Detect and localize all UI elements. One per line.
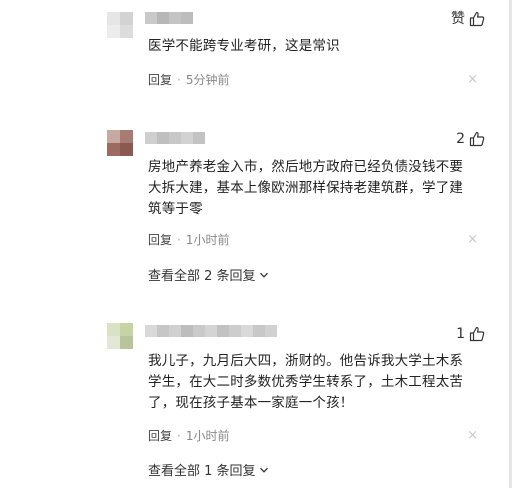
timestamp: 5分钟前 <box>185 73 230 87</box>
comment-meta: 回复 · 1小时前 <box>148 231 229 248</box>
comment-list: 赞 医学不能跨专业考研，这是常识 回复 · 5分钟前 × 2 房地产养老金入市，… <box>0 0 512 488</box>
comment-meta: 回复 · 1小时前 <box>148 427 229 444</box>
comment-item: 赞 医学不能跨专业考研，这是常识 回复 · 5分钟前 × <box>0 0 509 100</box>
comment-text: 房地产养老金入市，然后地方政府已经负债没钱不要大拆大建，基本上像欧洲那样保持老建… <box>148 159 464 217</box>
close-icon[interactable]: × <box>467 429 478 442</box>
avatar[interactable] <box>107 323 133 355</box>
thumbs-up-icon <box>469 11 485 27</box>
comment-text: 我儿子，九月后大四，浙财的。他告诉我大学土木系学生，在大二时多数优秀学生转系了，… <box>148 353 464 411</box>
meta-separator: · <box>177 72 181 87</box>
view-all-replies-label: 查看全部 2 条回复 <box>148 269 256 284</box>
like-button[interactable]: 2 <box>456 131 485 147</box>
reply-button[interactable]: 回复 <box>148 427 172 444</box>
comment-item: 1 我儿子，九月后大四，浙财的。他告诉我大学土木系学生，在大二时多数优秀学生转系… <box>0 315 509 488</box>
username-blurred[interactable] <box>145 325 277 337</box>
view-all-replies-link[interactable]: 查看全部 2 条回复 <box>148 265 269 284</box>
thumbs-up-icon <box>469 131 485 147</box>
close-icon[interactable]: × <box>467 233 478 246</box>
timestamp: 1小时前 <box>185 429 230 443</box>
chevron-down-icon <box>259 270 269 280</box>
view-all-replies-link[interactable]: 查看全部 1 条回复 <box>148 460 269 479</box>
chevron-down-icon <box>259 465 269 475</box>
like-button[interactable]: 赞 <box>451 11 485 27</box>
view-all-replies-label: 查看全部 1 条回复 <box>148 464 256 479</box>
meta-separator: · <box>177 428 181 443</box>
comment-meta: 回复 · 5分钟前 <box>148 71 229 88</box>
username-blurred[interactable] <box>145 12 193 24</box>
avatar[interactable] <box>107 12 133 38</box>
like-count: 2 <box>456 131 465 147</box>
timestamp: 1小时前 <box>185 233 230 247</box>
comment-text: 医学不能跨专业考研，这是常识 <box>148 38 340 54</box>
avatar[interactable] <box>107 130 133 156</box>
reply-button[interactable]: 回复 <box>148 231 172 248</box>
like-count: 1 <box>456 326 465 342</box>
comment-item: 2 房地产养老金入市，然后地方政府已经负债没钱不要大拆大建，基本上像欧洲那样保持… <box>0 120 509 290</box>
like-count: 赞 <box>451 11 465 27</box>
close-icon[interactable]: × <box>467 73 478 86</box>
thumbs-up-icon <box>469 326 485 342</box>
meta-separator: · <box>177 232 181 247</box>
like-button[interactable]: 1 <box>456 326 485 342</box>
reply-button[interactable]: 回复 <box>148 71 172 88</box>
username-blurred[interactable] <box>145 132 205 144</box>
